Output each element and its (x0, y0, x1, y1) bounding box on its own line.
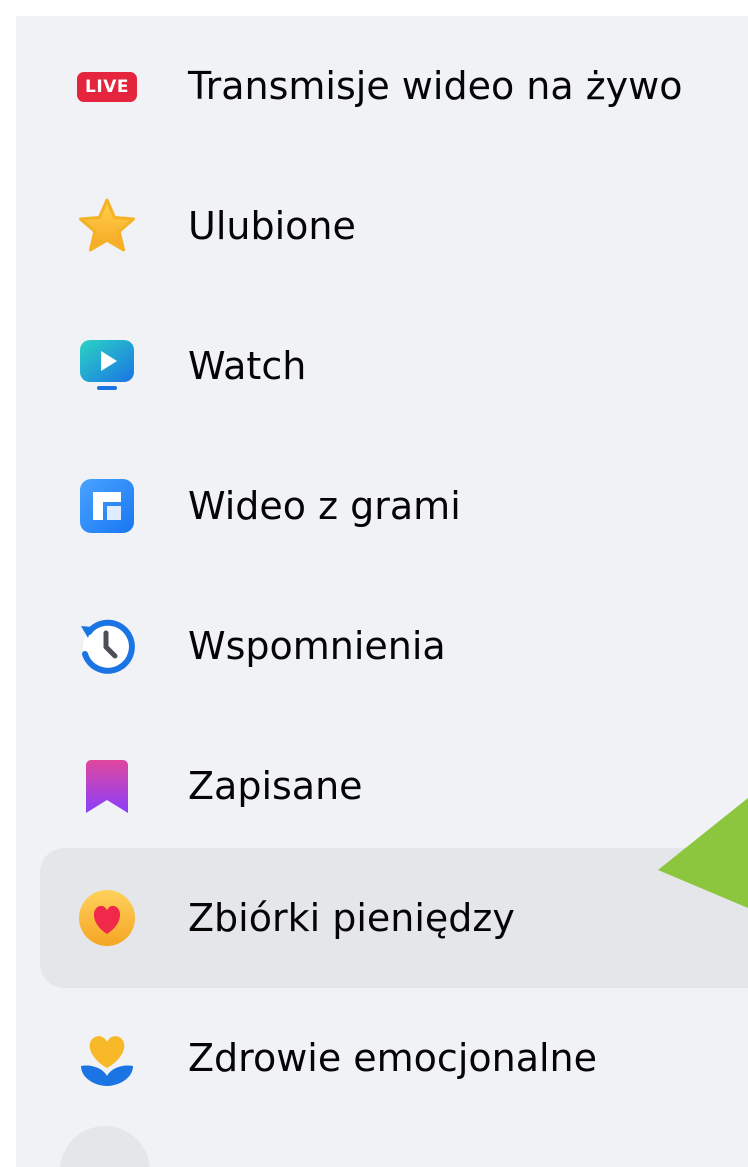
watch-play-icon (77, 336, 137, 396)
live-badge: LIVE (77, 72, 137, 102)
pointer-arrow-icon (658, 798, 748, 908)
sidebar-panel: LIVE Transmisje wideo na żywo Ulubione W… (16, 16, 748, 1167)
menu-item-label: Wideo z grami (188, 484, 461, 528)
menu-item-label: Zapisane (188, 764, 363, 808)
gaming-video-icon (77, 476, 137, 536)
menu-item-favorites[interactable]: Ulubione (40, 156, 748, 296)
bookmark-icon (77, 756, 137, 816)
menu-item-live-videos[interactable]: LIVE Transmisje wideo na żywo (40, 16, 748, 156)
menu-item-label: Zdrowie emocjonalne (188, 1036, 598, 1080)
memories-clock-icon (77, 616, 137, 676)
menu-item-memories[interactable]: Wspomnienia (40, 576, 748, 716)
star-icon (77, 196, 137, 256)
menu-item-label: Ulubione (188, 204, 356, 248)
fundraiser-heart-icon (77, 888, 137, 948)
menu-item-label: Wspomnienia (188, 624, 446, 668)
menu-item-label: Zbiórki pieniędzy (188, 896, 515, 940)
menu-item-gaming-video[interactable]: Wideo z grami (40, 436, 748, 576)
live-icon: LIVE (77, 56, 137, 116)
emotional-health-icon (77, 1028, 137, 1088)
next-item-icon-partial (60, 1126, 150, 1167)
menu-item-fundraisers[interactable]: Zbiórki pieniędzy (40, 848, 748, 988)
menu-item-saved[interactable]: Zapisane (40, 716, 748, 856)
menu-item-emotional-health[interactable]: Zdrowie emocjonalne (40, 988, 748, 1128)
menu-item-watch[interactable]: Watch (40, 296, 748, 436)
menu-item-label: Transmisje wideo na żywo (188, 64, 683, 108)
menu-item-label: Watch (188, 344, 307, 388)
